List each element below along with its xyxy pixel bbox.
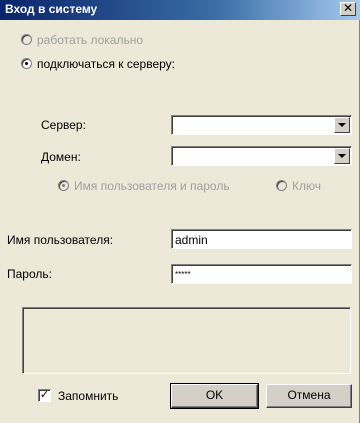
close-icon: ✕ xyxy=(342,1,354,15)
remember-label: Запомнить xyxy=(58,389,119,403)
radio-connect-server-label: подключаться к серверу: xyxy=(37,57,175,71)
password-input[interactable]: ***** xyxy=(171,264,352,284)
username-input[interactable]: admin xyxy=(171,229,352,249)
domain-label: Домен: xyxy=(41,150,81,164)
radio-selected-dot xyxy=(62,184,65,187)
checkmark-icon: ✓ xyxy=(39,389,50,401)
server-combobox[interactable] xyxy=(171,115,352,135)
login-dialog: Вход в систему ✕ работать локально подкл… xyxy=(0,0,360,423)
username-label: Имя пользователя: xyxy=(7,233,114,247)
ok-button[interactable]: OK xyxy=(170,383,259,409)
window-title: Вход в систему xyxy=(5,2,98,16)
remember-checkbox[interactable]: ✓ xyxy=(38,389,51,402)
cancel-button[interactable]: Отмена xyxy=(266,384,352,408)
server-label: Сервер: xyxy=(41,118,86,132)
radio-selected-dot xyxy=(25,62,28,65)
close-button[interactable]: ✕ xyxy=(340,2,356,16)
radio-connect-server[interactable] xyxy=(21,58,32,69)
domain-combobox[interactable] xyxy=(171,146,352,166)
password-value: ***** xyxy=(175,270,191,279)
radio-work-locally-label: работать локально xyxy=(37,33,144,47)
radio-auth-userpass-label: Имя пользователя и пароль xyxy=(74,179,230,193)
radio-work-locally[interactable] xyxy=(21,34,32,45)
radio-auth-userpass[interactable] xyxy=(58,180,69,191)
message-panel xyxy=(22,307,351,374)
domain-dropdown-arrow-icon[interactable] xyxy=(334,148,350,164)
username-value: admin xyxy=(175,233,208,247)
radio-auth-key[interactable] xyxy=(276,180,287,191)
radio-auth-key-label: Ключ xyxy=(292,179,321,193)
password-label: Пароль: xyxy=(7,267,52,281)
server-dropdown-arrow-icon[interactable] xyxy=(334,117,350,133)
title-bar[interactable]: Вход в систему ✕ xyxy=(0,0,360,20)
